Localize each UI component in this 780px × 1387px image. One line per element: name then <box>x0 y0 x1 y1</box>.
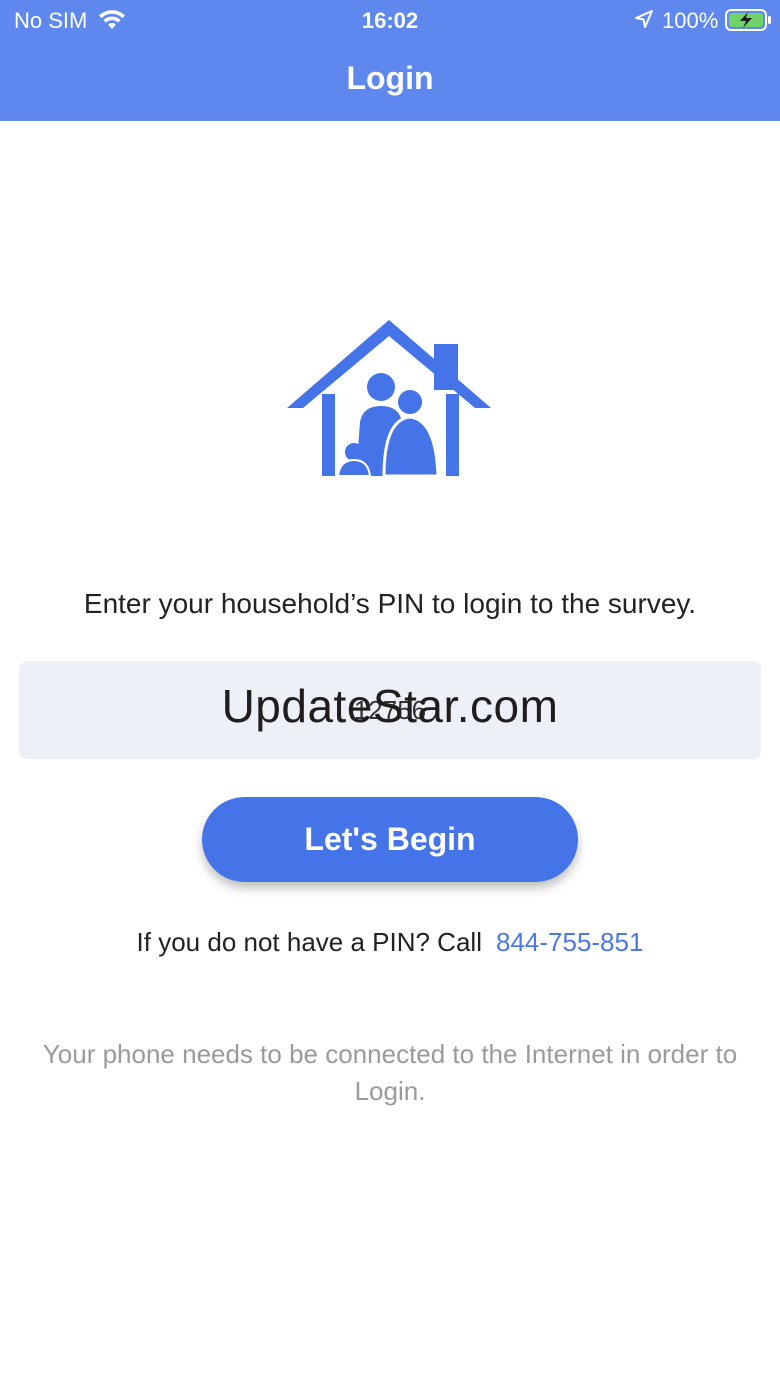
page-title: Login <box>346 60 434 96</box>
internet-notice: Your phone needs to be connected to the … <box>42 1039 738 1106</box>
battery-percent-label: 100% <box>662 8 719 33</box>
watermark: UpdateStar.com <box>221 680 559 732</box>
house-family-icon <box>287 320 491 478</box>
help-text: If you do not have a PIN? Call <box>136 927 482 957</box>
app-header: No SIM 16:02 100% Login <box>0 0 780 121</box>
help-line: If you do not have a PIN? Call 844-755-85… <box>0 927 780 958</box>
location-arrow-icon <box>635 10 653 28</box>
battery-charging-icon <box>725 9 771 31</box>
lets-begin-button[interactable]: Let's Begin <box>202 797 578 882</box>
pin-input[interactable]: 12756 UpdateStar.com <box>19 661 761 759</box>
status-bar: No SIM 16:02 100% <box>0 0 780 40</box>
help-phone-link[interactable]: 844-755-851 <box>496 927 643 957</box>
pin-prompt: Enter your household’s PIN to login to t… <box>83 588 697 619</box>
